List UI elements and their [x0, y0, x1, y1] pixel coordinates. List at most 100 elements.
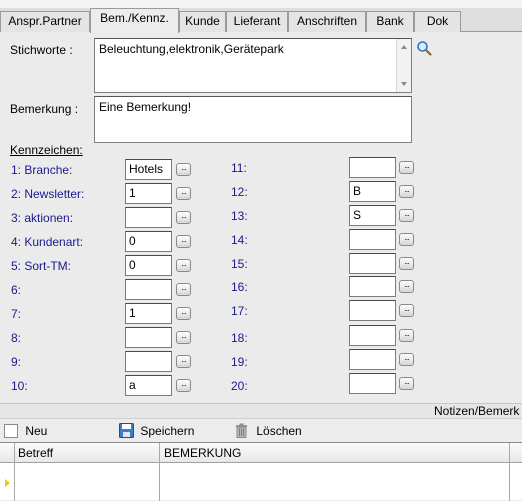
kennzeichen-field-7[interactable]: 1 [125, 303, 172, 324]
tab-dok[interactable]: Dok [414, 11, 461, 32]
notizen-bar: Notizen/Bemerk [0, 403, 522, 418]
kennzeichen-label-6: 6: [11, 283, 22, 297]
tab-bank[interactable]: Bank [366, 11, 414, 32]
tab-anschriften[interactable]: Anschriften [288, 11, 366, 32]
kennzeichen-field-2[interactable]: 1 [125, 183, 172, 204]
kennzeichen-label-2: 2: Newsletter: [11, 187, 85, 201]
column-divider [159, 443, 160, 501]
kennzeichen-lookup-button-12[interactable]: ... [399, 185, 414, 198]
tab-anspr-partner[interactable]: Anspr.Partner [0, 11, 90, 32]
kennzeichen-label-8: 8: [11, 331, 22, 345]
new-button-label: Neu [25, 424, 48, 438]
kennzeichen-lookup-button-18[interactable]: ... [399, 329, 414, 342]
kennzeichen-heading: Kennzeichen: [10, 143, 83, 157]
kennzeichen-label-9: 9: [11, 355, 22, 369]
kennzeichen-field-9[interactable] [125, 351, 172, 372]
delete-button[interactable]: Löschen [235, 422, 302, 440]
kennzeichen-label-17: 17: [231, 304, 248, 318]
kennzeichen-lookup-button-1[interactable]: ... [176, 163, 191, 176]
kennzeichen-label-4: 4: Kundenart: [11, 235, 84, 249]
stichworte-scrollbar[interactable] [396, 39, 411, 92]
kennzeichen-lookup-button-20[interactable]: ... [399, 377, 414, 390]
kennzeichen-field-1[interactable]: Hotels [125, 159, 172, 180]
bemerkung-label: Bemerkung : [10, 102, 79, 116]
kennzeichen-label-7: 7: [11, 307, 22, 321]
kennzeichen-lookup-button-10[interactable]: ... [176, 379, 191, 392]
row-indicator-arrow-icon [5, 479, 10, 487]
column-divider [509, 443, 510, 501]
kennzeichen-field-3[interactable] [125, 207, 172, 228]
column-header-bemerkung[interactable]: BEMERKUNG [164, 446, 241, 460]
column-header-betreff[interactable]: Betreff [18, 446, 53, 460]
kennzeichen-lookup-button-19[interactable]: ... [399, 353, 414, 366]
floppy-disk-icon [119, 423, 134, 443]
grid-header: Betreff BEMERKUNG [0, 443, 522, 463]
kennzeichen-field-15[interactable] [349, 253, 396, 274]
kennzeichen-lookup-button-13[interactable]: ... [399, 209, 414, 222]
tab-bar: Anspr.Partner Bem./Kennz. Kunde Lieferan… [0, 8, 522, 33]
kennzeichen-label-20: 20: [231, 379, 248, 393]
kennzeichen-label-19: 19: [231, 355, 248, 369]
kennzeichen-lookup-button-7[interactable]: ... [176, 307, 191, 320]
kennzeichen-field-6[interactable] [125, 279, 172, 300]
save-button-label: Speichern [140, 424, 195, 438]
kennzeichen-label-10: 10: [11, 379, 28, 393]
kennzeichen-label-15: 15: [231, 257, 248, 271]
kennzeichen-label-11: 11: [231, 161, 247, 175]
notes-grid[interactable]: Betreff BEMERKUNG [0, 442, 522, 501]
table-row[interactable] [15, 463, 159, 501]
kennzeichen-field-11[interactable] [349, 157, 396, 178]
stichworte-label: Stichworte : [10, 43, 73, 57]
kennzeichen-lookup-button-15[interactable]: ... [399, 257, 414, 270]
window-top-strip [0, 0, 522, 8]
kennzeichen-lookup-button-17[interactable]: ... [399, 304, 414, 317]
bemerkung-value: Eine Bemerkung! [99, 100, 192, 114]
kennzeichen-field-19[interactable] [349, 349, 396, 370]
trash-can-icon [235, 423, 248, 443]
kennzeichen-field-12[interactable]: B [349, 181, 396, 202]
kennzeichen-label-14: 14: [231, 233, 248, 247]
kennzeichen-label-16: 16: [231, 280, 248, 294]
tab-kunde[interactable]: Kunde [179, 11, 226, 32]
kennzeichen-lookup-button-5[interactable]: ... [176, 259, 191, 272]
kennzeichen-lookup-button-11[interactable]: ... [399, 161, 414, 174]
stichworte-value: Beleuchtung,elektronik,Gerätepark [99, 42, 284, 56]
tab-lieferant[interactable]: Lieferant [226, 11, 288, 32]
kennzeichen-lookup-button-3[interactable]: ... [176, 211, 191, 224]
scroll-down-arrow-icon[interactable] [401, 82, 407, 86]
kennzeichen-field-14[interactable] [349, 229, 396, 250]
kennzeichen-lookup-button-9[interactable]: ... [176, 355, 191, 368]
kennzeichen-field-13[interactable]: S [349, 205, 396, 226]
search-icon[interactable] [416, 40, 432, 56]
delete-button-label: Löschen [256, 424, 302, 438]
kennzeichen-field-20[interactable] [349, 373, 396, 394]
kennzeichen-field-16[interactable] [349, 276, 396, 297]
tab-bem-kennz[interactable]: Bem./Kennz. [90, 8, 179, 33]
kennzeichen-field-8[interactable] [125, 327, 172, 348]
toolbar: Neu Speichern Löschen [0, 418, 522, 442]
save-button[interactable]: Speichern [119, 422, 194, 440]
kennzeichen-lookup-button-4[interactable]: ... [176, 235, 191, 248]
bemerkung-field[interactable]: Eine Bemerkung! [94, 96, 412, 143]
notizen-bemerk-label: Notizen/Bemerk [434, 404, 520, 418]
kennzeichen-lookup-button-2[interactable]: ... [176, 187, 191, 200]
kennzeichen-field-18[interactable] [349, 325, 396, 346]
kennzeichen-label-18: 18: [231, 331, 248, 345]
kennzeichen-field-5[interactable]: 0 [125, 255, 172, 276]
kennzeichen-label-13: 13: [231, 209, 248, 223]
new-button[interactable]: Neu [4, 422, 47, 440]
stichworte-field[interactable]: Beleuchtung,elektronik,Gerätepark [94, 38, 412, 93]
kennzeichen-lookup-button-16[interactable]: ... [399, 280, 414, 293]
kennzeichen-label-12: 12: [231, 185, 248, 199]
new-document-icon [4, 424, 18, 438]
kennzeichen-field-10[interactable]: a [125, 375, 172, 396]
scroll-up-arrow-icon[interactable] [401, 45, 407, 49]
kennzeichen-lookup-button-8[interactable]: ... [176, 331, 191, 344]
kennzeichen-label-3: 3: aktionen: [11, 211, 74, 225]
kennzeichen-lookup-button-14[interactable]: ... [399, 233, 414, 246]
kennzeichen-lookup-button-6[interactable]: ... [176, 283, 191, 296]
kennzeichen-field-4[interactable]: 0 [125, 231, 172, 252]
kennzeichen-label-1: 1: Branche: [11, 163, 73, 177]
kennzeichen-field-17[interactable] [349, 300, 396, 321]
kennzeichen-label-5: 5: Sort-TM: [11, 259, 72, 273]
